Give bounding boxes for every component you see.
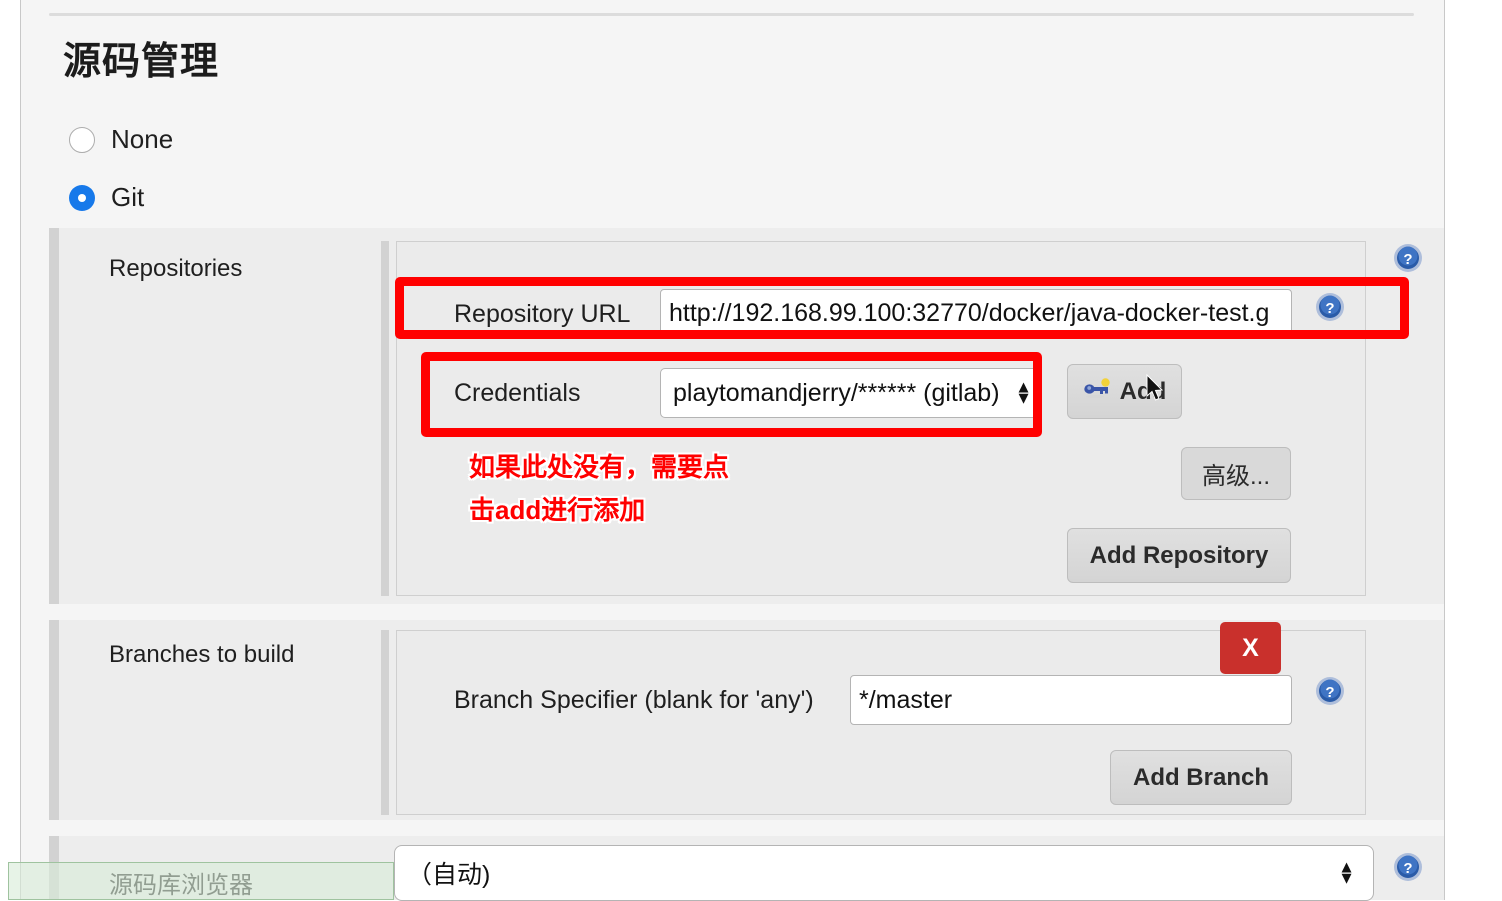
annotation-note-line2: 击add进行添加 — [469, 495, 646, 525]
branch-specifier-label: Branch Specifier (blank for 'any') — [454, 686, 814, 714]
radio-none-label: None — [111, 124, 174, 154]
add-credentials-label: Add — [1119, 377, 1167, 405]
repositories-accent-bar — [49, 228, 59, 604]
key-icon — [1083, 377, 1113, 406]
add-repository-button[interactable]: Add Repository — [1067, 528, 1291, 583]
svg-text:?: ? — [1403, 251, 1412, 268]
branches-label: Branches to build — [109, 641, 295, 668]
repo-browser-spinner-icon[interactable]: ▲ ▼ — [1338, 859, 1355, 887]
repositories-label: Repositories — [109, 255, 243, 282]
add-credentials-button[interactable]: Add — [1067, 364, 1182, 419]
branches-accent-bar — [49, 620, 59, 820]
radio-none-icon[interactable] — [69, 126, 95, 153]
spinner-down-icon: ▼ — [1338, 868, 1355, 887]
delete-branch-button[interactable]: X — [1220, 622, 1281, 674]
page-title: 源码管理 — [63, 41, 220, 83]
annotation-note-line1: 如果此处没有，需要点 — [469, 452, 730, 482]
top-divider — [49, 13, 1414, 16]
scm-radio-option-none[interactable]: None — [69, 124, 173, 155]
radio-git-label: Git — [111, 182, 145, 212]
annotation-box-repository-url — [395, 277, 1409, 339]
branch-specifier-input[interactable]: */master — [850, 675, 1292, 725]
branches-panel-accent — [381, 630, 389, 815]
screenshot-root: 源码管理 None Git Repositories Repository UR… — [0, 0, 1502, 901]
add-branch-button[interactable]: Add Branch — [1110, 750, 1292, 805]
radio-git-icon-selected[interactable] — [69, 184, 95, 211]
svg-text:?: ? — [1325, 684, 1334, 701]
scm-radio-group — [49, 110, 1444, 228]
annotation-box-credentials — [421, 352, 1042, 437]
capture-selection-overlay — [8, 862, 394, 900]
repo-browser-help-icon[interactable]: ? — [1393, 852, 1423, 882]
branch-specifier-help-icon[interactable]: ? — [1315, 676, 1345, 706]
repositories-help-icon[interactable]: ? — [1393, 243, 1423, 273]
advanced-button[interactable]: 高级... — [1181, 447, 1291, 500]
app-content-frame: 源码管理 None Git Repositories Repository UR… — [20, 0, 1445, 901]
scm-radio-option-git[interactable]: Git — [69, 182, 144, 213]
repo-browser-select[interactable]: （自动) ▲ ▼ — [394, 845, 1374, 901]
repositories-panel-accent — [381, 241, 389, 596]
repo-browser-select-value: （自动) — [407, 861, 491, 889]
svg-text:?: ? — [1403, 860, 1412, 877]
